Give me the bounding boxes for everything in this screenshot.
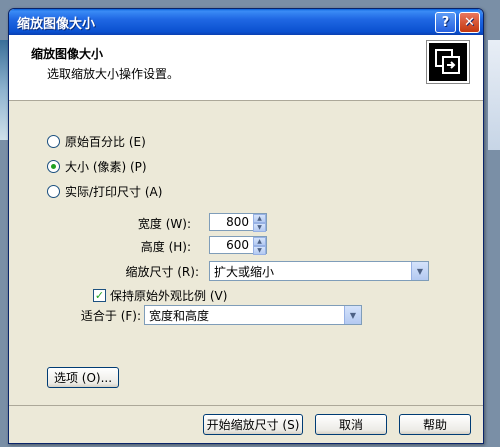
options-button[interactable]: 选项 (O)... xyxy=(47,367,119,388)
check-icon[interactable]: ✓ xyxy=(93,289,106,302)
title-bar[interactable]: 缩放图像大小 ? ✕ xyxy=(9,9,483,35)
help-button[interactable]: 帮助 xyxy=(399,414,471,435)
radio-size-pixels[interactable]: 大小 (像素) (P) xyxy=(47,158,147,175)
radio-button[interactable] xyxy=(47,185,60,198)
chevron-down-icon[interactable]: ▼ xyxy=(344,306,361,324)
wizard-header: 缩放图像大小 选取缩放大小操作设置。 xyxy=(9,35,483,101)
dialog-body: 原始百分比 (E) 大小 (像素) (P) 实际/打印尺寸 (A) 宽度 (W)… xyxy=(9,101,483,421)
radio-original-percent[interactable]: 原始百分比 (E) xyxy=(47,133,146,150)
checkbox-label: 保持原始外观比例 (V) xyxy=(110,289,228,303)
radio-button[interactable] xyxy=(47,160,60,173)
fit-label: 适合于 (F): xyxy=(80,309,141,323)
chevron-down-icon[interactable]: ▼ xyxy=(411,262,428,280)
width-label: 宽度 (W): xyxy=(137,217,191,231)
header-subtitle: 选取缩放大小操作设置。 xyxy=(47,67,180,81)
start-resize-button[interactable]: 开始缩放尺寸 (S) xyxy=(203,414,303,435)
width-spinner[interactable]: ▲ ▼ xyxy=(253,214,266,232)
radio-label: 大小 (像素) (P) xyxy=(65,160,147,174)
header-title: 缩放图像大小 xyxy=(31,47,104,61)
radio-actual-print[interactable]: 实际/打印尺寸 (A) xyxy=(47,183,162,200)
radio-label: 实际/打印尺寸 (A) xyxy=(65,185,163,199)
height-label: 高度 (H): xyxy=(140,240,191,254)
footer-divider xyxy=(9,405,483,406)
keep-ratio-checkbox[interactable]: ✓ 保持原始外观比例 (V) xyxy=(93,287,227,304)
height-input[interactable]: 600 ▲ ▼ xyxy=(209,236,267,255)
background-app-right xyxy=(488,40,500,150)
height-spinner[interactable]: ▲ ▼ xyxy=(253,237,266,255)
width-input[interactable]: 800 ▲ ▼ xyxy=(209,213,267,232)
close-icon[interactable]: ✕ xyxy=(459,11,480,33)
window-title: 缩放图像大小 xyxy=(17,16,96,32)
resize-icon xyxy=(426,40,470,84)
fit-select[interactable]: 宽度和高度 ▼ xyxy=(144,305,362,325)
help-icon[interactable]: ? xyxy=(435,11,456,33)
radio-label: 原始百分比 (E) xyxy=(65,135,146,149)
radio-button[interactable] xyxy=(47,135,60,148)
scale-label: 缩放尺寸 (R): xyxy=(125,265,199,279)
scale-select[interactable]: 扩大或缩小 ▼ xyxy=(209,261,429,281)
resize-dialog: 缩放图像大小 ? ✕ 缩放图像大小 选取缩放大小操作设置。 原始百分比 (E) … xyxy=(8,8,484,444)
cancel-button[interactable]: 取消 xyxy=(315,414,387,435)
